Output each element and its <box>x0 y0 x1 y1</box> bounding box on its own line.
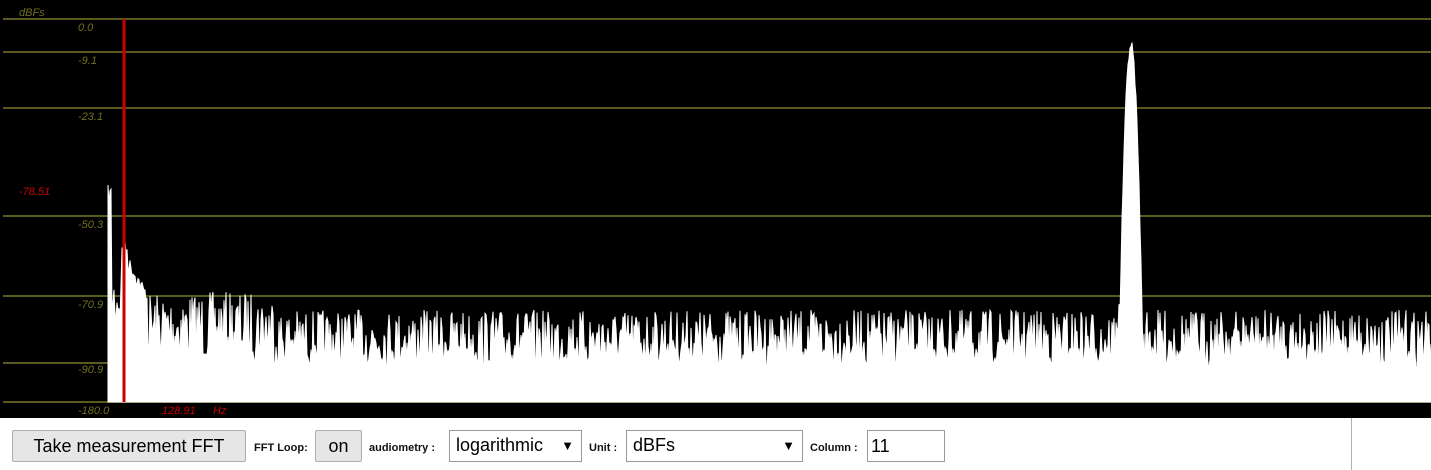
y-tick-label: 0.0 <box>78 22 94 34</box>
y-tick-label: -23.1 <box>78 111 103 123</box>
audiometry-selected-value: logarithmic <box>456 435 544 455</box>
audiometry-select[interactable]: logarithmic ▼ <box>449 430 582 462</box>
unit-label: Unit : <box>589 442 618 454</box>
unit-selected-value: dBFs <box>633 435 676 455</box>
take-measurement-button[interactable]: Take measurement FFT <box>12 430 246 462</box>
cursor-level-readout: -78.51 <box>19 186 50 198</box>
y-tick-label: -180.0 <box>78 405 110 417</box>
y-tick-label: -90.9 <box>78 364 103 376</box>
triangle-down-icon: ▼ <box>561 438 574 453</box>
cursor-frequency-readout: 128.91 <box>162 405 196 417</box>
y-tick-label: -9.1 <box>78 55 97 67</box>
fft-spectrum-display[interactable]: dBFs 0.0 -9.1 -23.1 -50.3 -70.9 -90.9 -1… <box>0 0 1431 418</box>
cursor-frequency-unit: Hz <box>213 405 227 417</box>
y-tick-label: -50.3 <box>78 219 104 231</box>
fft-loop-toggle-button[interactable]: on <box>315 430 362 462</box>
spectrum-trace <box>107 42 1431 403</box>
y-tick-label: -70.9 <box>78 299 103 311</box>
fft-loop-label: FFT Loop: <box>254 442 308 454</box>
y-tick-labels: 0.0 -9.1 -23.1 -50.3 -70.9 -90.9 -180.0 <box>78 22 110 417</box>
column-label: Column : <box>810 442 858 454</box>
triangle-down-icon: ▼ <box>782 438 795 453</box>
spectrum-chart[interactable]: dBFs 0.0 -9.1 -23.1 -50.3 -70.9 -90.9 -1… <box>0 0 1431 418</box>
column-input[interactable] <box>867 430 945 462</box>
unit-axis-label: dBFs <box>19 7 45 19</box>
audiometry-label: audiometry : <box>369 442 436 454</box>
toolbar-blank-area <box>1352 418 1431 470</box>
control-toolbar: Take measurement FFT FFT Loop: on audiom… <box>0 418 1352 470</box>
unit-select[interactable]: dBFs ▼ <box>626 430 803 462</box>
